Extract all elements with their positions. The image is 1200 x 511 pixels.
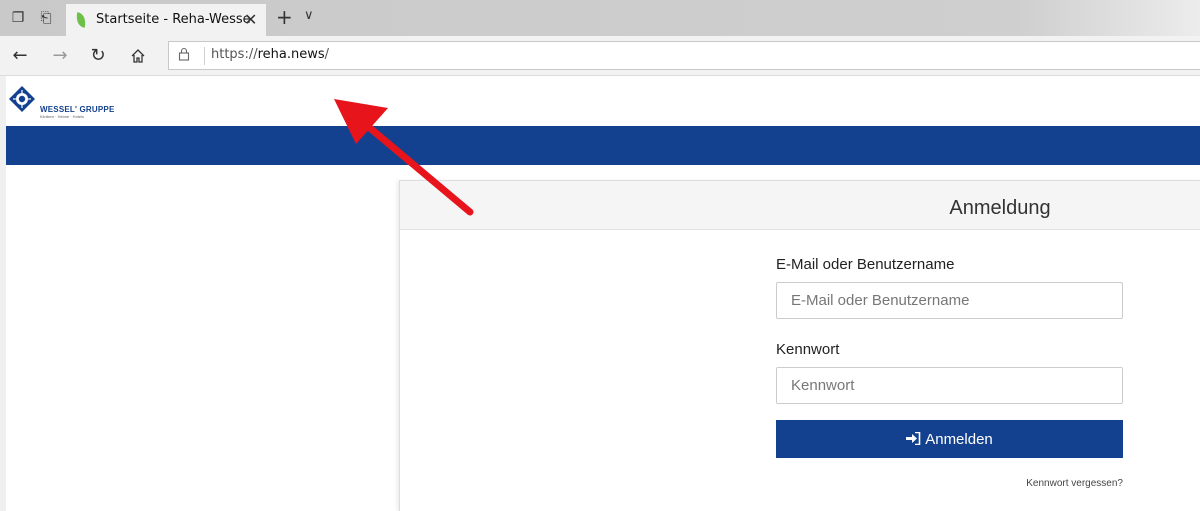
password-label: Kennwort: [776, 341, 840, 358]
home-icon[interactable]: [126, 44, 150, 68]
browser-tab-active[interactable]: Startseite - Reha-Wesse ✕: [66, 4, 266, 36]
tab-title: Startseite - Reha-Wesse: [96, 12, 251, 27]
refresh-icon[interactable]: ↻: [86, 44, 110, 68]
wessel-logo-icon[interactable]: [8, 85, 36, 113]
login-panel-header: Anmeldung: [400, 181, 1200, 230]
address-bar[interactable]: https://reha.news/: [168, 41, 1200, 70]
forgot-password-link[interactable]: Kennwort vergessen?: [1008, 478, 1123, 489]
address-divider: [204, 47, 205, 65]
url-host: reha.news: [257, 47, 325, 62]
site-header: WESSEL' GRUPPE Kliniken · Heime · Hotels: [0, 76, 1200, 126]
login-button-label: Anmelden: [925, 430, 993, 448]
email-field[interactable]: [776, 282, 1123, 319]
sign-in-icon: [906, 431, 921, 445]
close-icon[interactable]: ✕: [244, 10, 257, 29]
login-button[interactable]: Anmelden: [776, 420, 1123, 458]
new-tab-plus-icon[interactable]: +: [276, 6, 293, 28]
leaf-favicon-icon: [74, 12, 88, 28]
brand-name: WESSEL' GRUPPE: [40, 105, 115, 114]
url-scheme: https://: [211, 47, 258, 62]
browser-nav-bar: ← → ↻ https://reha.news/: [0, 36, 1200, 76]
login-title: Anmeldung: [949, 197, 1051, 219]
url-text[interactable]: https://reha.news/: [211, 47, 329, 62]
back-arrow-icon[interactable]: ←: [8, 44, 32, 68]
lock-icon[interactable]: [178, 47, 190, 65]
forward-arrow-icon[interactable]: →: [48, 44, 72, 68]
email-label: E-Mail oder Benutzername: [776, 256, 955, 273]
url-path: /: [324, 47, 330, 62]
set-tabs-aside-icon[interactable]: ⎗: [38, 10, 54, 26]
site-nav-bar: [6, 126, 1200, 165]
tab-preview-icon[interactable]: ❐: [10, 10, 26, 26]
chevron-down-icon[interactable]: ∨: [304, 8, 314, 23]
login-panel: Anmeldung E-Mail oder Benutzername Kennw…: [399, 180, 1200, 511]
password-field[interactable]: [776, 367, 1123, 404]
browser-tab-bar: ❐ ⎗ Startseite - Reha-Wesse ✕ + ∨: [0, 0, 1200, 36]
brand-tagline: Kliniken · Heime · Hotels: [40, 114, 85, 119]
